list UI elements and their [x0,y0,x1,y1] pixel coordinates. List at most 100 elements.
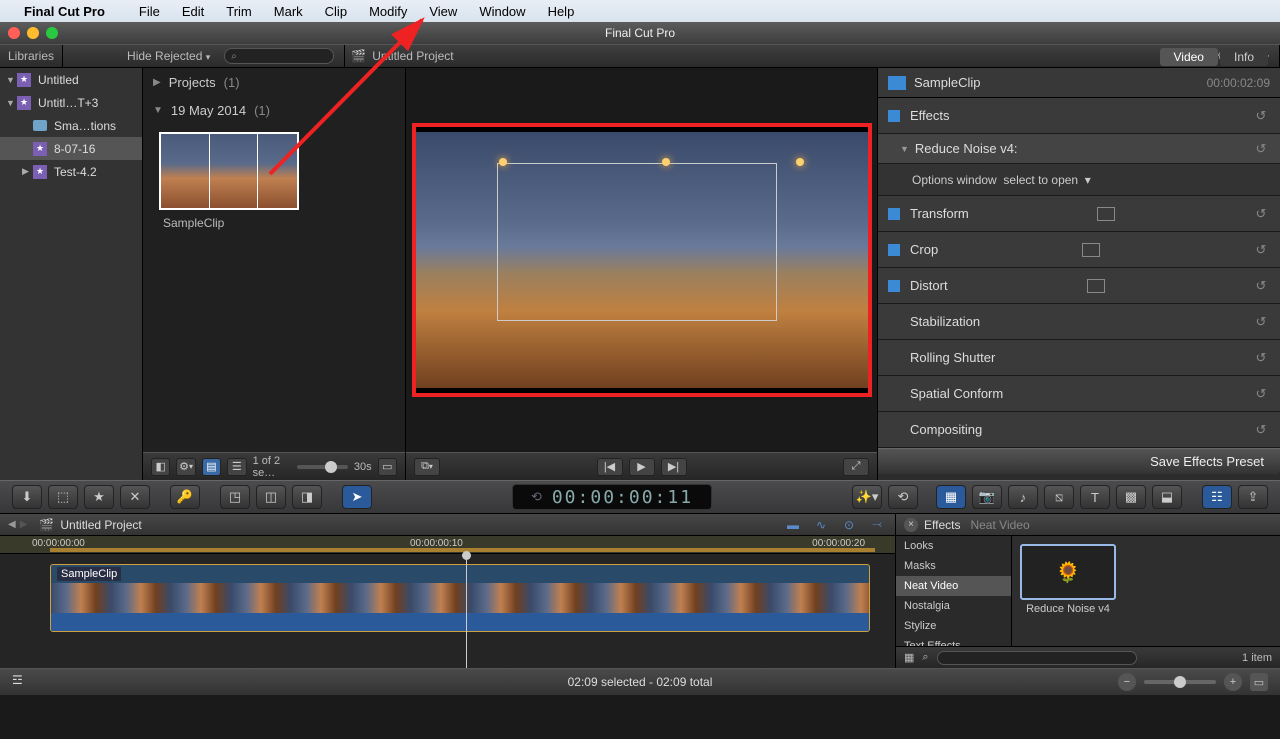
list-view-button[interactable]: ☰ [227,458,246,476]
tool-icon[interactable] [1087,279,1105,293]
zoom-slider[interactable] [1144,680,1216,684]
timeline-clip[interactable]: SampleClip [50,564,870,632]
checkbox-icon[interactable] [888,208,900,220]
enhance-button[interactable]: ✨▾ [852,485,882,509]
play-button[interactable]: ▶ [629,458,655,476]
transitions-button[interactable]: ⧅ [1044,485,1074,509]
zoom-out-button[interactable]: − [1118,673,1136,691]
effects-category[interactable]: Stylize [896,616,1011,636]
menu-help[interactable]: Help [548,4,575,19]
share-button[interactable]: ⇪ [1238,485,1268,509]
library-item[interactable]: ★8-07-16 [0,137,142,160]
filter-button[interactable]: ◧ [151,458,170,476]
timeline-body[interactable]: SampleClip [0,554,895,668]
menu-clip[interactable]: Clip [325,4,347,19]
close-effects-button[interactable]: × [904,518,918,532]
arrow-tool-button[interactable]: ➤ [342,485,372,509]
tab-info[interactable]: Info [1220,48,1268,66]
clip-thumbnail[interactable]: SampleClip [159,132,299,230]
music-browser-button[interactable]: ♪ [1008,485,1038,509]
inspector-option-row[interactable]: Options window select to open ▾ [878,164,1280,196]
close-button[interactable] [8,27,20,39]
gear-button[interactable]: ⚙▾ [176,458,195,476]
inspector-section[interactable]: ▼Reduce Noise v4:↺ [878,134,1280,164]
solo-button[interactable]: ⊙ [839,518,859,532]
zoom-in-button[interactable]: + [1224,673,1242,691]
zoom-button[interactable] [46,27,58,39]
menu-modify[interactable]: Modify [369,4,407,19]
menu-window[interactable]: Window [479,4,525,19]
reset-icon[interactable]: ↺ [1252,205,1270,223]
insert-button[interactable]: ◫ [256,485,286,509]
effects-category[interactable]: Nostalgia [896,596,1011,616]
keyword-editor-button[interactable]: 🔑 [170,485,200,509]
library-item[interactable]: ▼★Untitled [0,68,142,91]
tool-icon[interactable] [1082,243,1100,257]
reset-icon[interactable]: ↺ [1252,313,1270,331]
prev-edit-button[interactable]: |◀ [597,458,623,476]
timeline-back-button[interactable]: ◀ [8,519,16,530]
connect-button[interactable]: ◳ [220,485,250,509]
viewer-canvas[interactable] [406,68,877,452]
clip-appearance-button[interactable]: ▭ [1250,673,1268,691]
tool-icon[interactable] [1097,207,1115,221]
generators-button[interactable]: ▩ [1116,485,1146,509]
option-value[interactable]: select to open ▾ [1003,173,1090,187]
library-item[interactable]: Sma…tions [0,114,142,137]
checkbox-icon[interactable] [888,280,900,292]
clip-appearance-button[interactable]: ▭ [378,458,397,476]
menu-trim[interactable]: Trim [226,4,252,19]
reset-icon[interactable]: ↺ [1252,385,1270,403]
inspector-section[interactable]: Distort↺ [878,268,1280,304]
snapping-button[interactable]: ⤙ [867,518,887,532]
inspector-section[interactable]: Rolling Shutter↺ [878,340,1280,376]
thumb-size-slider[interactable] [297,465,348,469]
checkbox-icon[interactable] [888,110,900,122]
effects-category[interactable]: Masks [896,556,1011,576]
inspector-section[interactable]: Compositing↺ [878,412,1280,448]
hide-rejected-dropdown[interactable]: Hide Rejected ▾ [119,49,218,63]
reset-icon[interactable]: ↺ [1252,349,1270,367]
inspector-section[interactable]: Transform↺ [878,196,1280,232]
reset-icon[interactable]: ↺ [1252,241,1270,259]
library-item[interactable]: ▶★Test-4.2 [0,160,142,183]
transform-tool-button[interactable]: ⧉▾ [414,458,440,476]
reset-icon[interactable]: ↺ [1252,277,1270,295]
checkbox-icon[interactable] [888,244,900,256]
reject-button[interactable]: ✕ [120,485,150,509]
photos-browser-button[interactable]: 📷 [972,485,1002,509]
keyword-button[interactable]: ⬚ [48,485,78,509]
inspector-section[interactable]: Stabilization↺ [878,304,1280,340]
fullscreen-button[interactable]: ⤢ [843,458,869,476]
reset-icon[interactable]: ↺ [1252,140,1270,158]
app-name[interactable]: Final Cut Pro [24,4,105,19]
timeline-fwd-button[interactable]: ▶ [20,519,28,530]
event-header[interactable]: ▼ 19 May 2014 (1) [143,96,405,124]
minimize-button[interactable] [27,27,39,39]
grid-view-button[interactable]: ▦ [904,651,914,664]
retime-button[interactable]: ⟲ [888,485,918,509]
timeline-index-button[interactable]: ☷ [1202,485,1232,509]
menu-file[interactable]: File [139,4,160,19]
titles-button[interactable]: T [1080,485,1110,509]
menu-mark[interactable]: Mark [274,4,303,19]
themes-button[interactable]: ⬓ [1152,485,1182,509]
audio-skimming-button[interactable]: ∿ [811,518,831,532]
effects-browser-button[interactable]: ▦ [936,485,966,509]
reset-icon[interactable]: ↺ [1252,107,1270,125]
menu-edit[interactable]: Edit [182,4,204,19]
filmstrip-view-button[interactable]: ▤ [202,458,221,476]
import-button[interactable]: ⬇ [12,485,42,509]
next-edit-button[interactable]: ▶| [661,458,687,476]
browser-search[interactable]: ⌕ [224,48,334,64]
timeline-ruler[interactable]: 00:00:00:00 00:00:00:10 00:00:00:20 [0,536,895,554]
projects-header[interactable]: ▶ Projects (1) [143,68,405,96]
inspector-section[interactable]: Spatial Conform↺ [878,376,1280,412]
crop-overlay[interactable] [497,163,777,321]
menu-view[interactable]: View [429,4,457,19]
effects-category[interactable]: Neat Video [896,576,1011,596]
append-button[interactable]: ◨ [292,485,322,509]
save-effects-preset-button[interactable]: Save Effects Preset [878,448,1280,474]
inspector-section[interactable]: Crop↺ [878,232,1280,268]
reset-icon[interactable]: ↺ [1252,421,1270,439]
